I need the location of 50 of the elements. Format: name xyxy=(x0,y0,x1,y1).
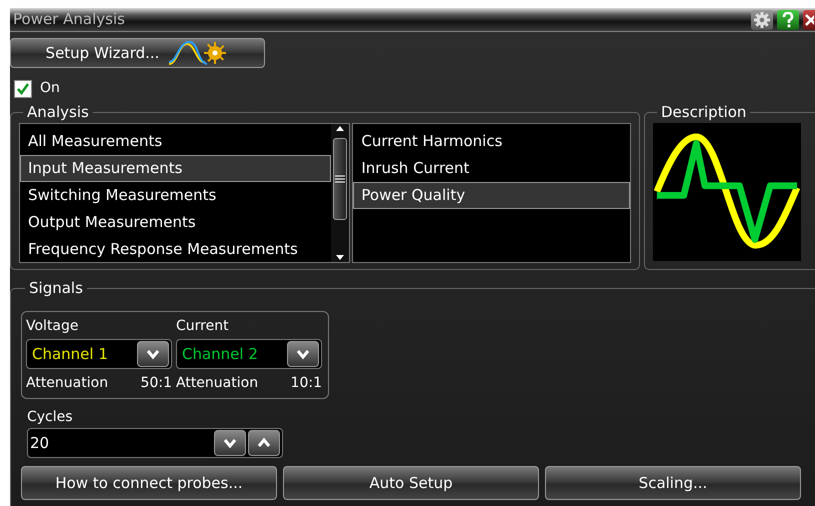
scroll-up-icon[interactable] xyxy=(335,124,346,134)
grip-icon xyxy=(335,175,346,183)
close-button[interactable] xyxy=(803,10,815,30)
dropdown-button[interactable] xyxy=(287,341,319,367)
action-button[interactable]: Scaling... xyxy=(545,466,801,500)
chevron-down-icon xyxy=(295,347,311,361)
list-item[interactable]: Power Quality xyxy=(353,182,630,209)
list-item[interactable]: All Measurements xyxy=(20,128,332,155)
setup-wizard-button[interactable]: Setup Wizard... xyxy=(10,38,265,68)
question-icon xyxy=(782,12,794,28)
channel-dropdown[interactable]: Channel 2 xyxy=(176,339,322,369)
scroll-down-icon[interactable] xyxy=(335,252,346,262)
list-item[interactable]: Output Measurements xyxy=(20,209,332,236)
increment-button[interactable] xyxy=(248,430,280,456)
decrement-button[interactable] xyxy=(214,430,246,456)
attenuation-label: Attenuation xyxy=(26,374,108,393)
action-button[interactable]: How to connect probes... xyxy=(21,466,277,500)
attenuation-value: 10:1 xyxy=(290,374,322,393)
group-title: Description xyxy=(660,102,748,122)
list-item[interactable]: Current Harmonics xyxy=(353,128,630,155)
action-button[interactable]: Auto Setup xyxy=(283,466,539,500)
attenuation-label: Attenuation xyxy=(176,374,258,393)
chevron-down-icon xyxy=(145,347,161,361)
list-item[interactable]: Switching Measurements xyxy=(20,182,332,209)
gear-icon xyxy=(754,12,770,28)
channel-value: Channel 2 xyxy=(182,344,258,365)
group-title: Analysis xyxy=(26,102,90,122)
list-item[interactable]: Inrush Current xyxy=(353,155,630,182)
list-item[interactable]: Input Measurements xyxy=(20,155,332,182)
scrollbar-thumb[interactable] xyxy=(333,138,348,220)
on-label: On xyxy=(40,79,60,98)
settings-button[interactable] xyxy=(751,10,773,30)
chevron-down-icon xyxy=(222,436,238,450)
channel-label: Current xyxy=(176,317,230,336)
cycles-value: 20 xyxy=(30,432,50,454)
list-item[interactable]: Frequency Response Measurements xyxy=(20,236,332,263)
channel-value: Channel 1 xyxy=(32,344,108,365)
cycles-field[interactable]: 20 xyxy=(27,428,283,458)
attenuation-value: 50:1 xyxy=(140,374,172,393)
chevron-up-icon xyxy=(256,436,272,450)
dropdown-button[interactable] xyxy=(137,341,169,367)
channel-label: Voltage xyxy=(26,317,80,336)
group-title: Signals xyxy=(28,278,84,298)
scrollbar[interactable] xyxy=(331,124,350,262)
channel-dropdown[interactable]: Channel 1 xyxy=(26,339,172,369)
window-title: Power Analysis xyxy=(13,9,125,30)
help-button[interactable] xyxy=(777,10,799,30)
cycles-label: Cycles xyxy=(27,408,74,427)
close-icon xyxy=(804,12,814,26)
on-checkbox[interactable] xyxy=(14,80,32,98)
